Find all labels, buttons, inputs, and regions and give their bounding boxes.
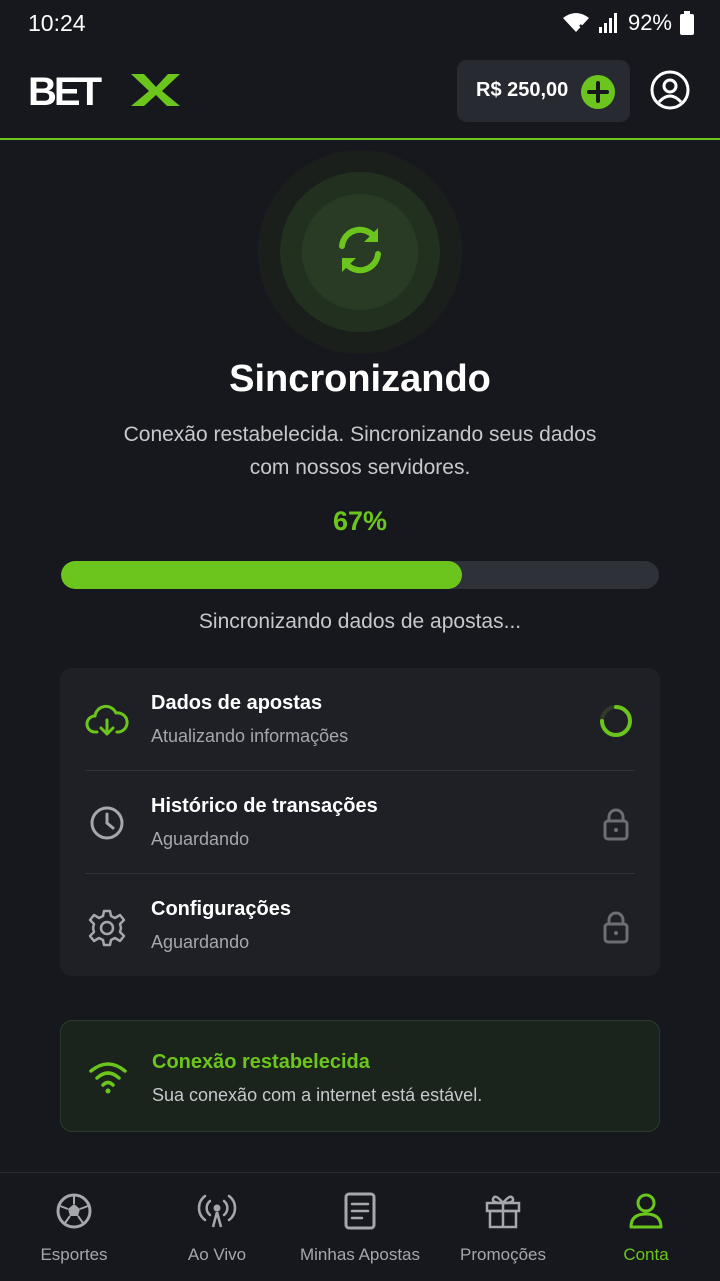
connection-status-card: Conexão restabelecida Sua conexão com a … (60, 1020, 660, 1132)
signal-icon (598, 13, 617, 33)
task-status-text: Atualizando informações (151, 726, 349, 746)
task-title: Dados de apostas (151, 692, 323, 714)
status-bar: 10:24 92% (0, 0, 720, 46)
nav-item-conta[interactable]: Conta (574, 1173, 718, 1281)
refresh-icon (332, 222, 388, 278)
balance-amount: R$ 250,00 (476, 79, 569, 101)
nav-item-minhas-apostas[interactable]: Minhas Apostas (288, 1173, 432, 1281)
status-time: 10:24 (28, 10, 86, 36)
soccer-ball-icon (54, 1191, 94, 1231)
broadcast-icon (197, 1191, 237, 1231)
nav-item-promocoes[interactable]: Promoções (431, 1173, 575, 1281)
battery-percent: 92% (627, 10, 672, 35)
lock-icon (599, 910, 633, 944)
user-circle-icon[interactable] (648, 68, 692, 112)
nav-label: Minhas Apostas (299, 1245, 420, 1264)
sync-subtitle: Conexão restabelecida. Sincronizando seu… (123, 423, 597, 479)
plus-icon[interactable] (581, 75, 615, 109)
task-status-text: Aguardando (151, 829, 250, 849)
sync-progress-bar (61, 561, 659, 589)
list-item: Dados de apostas Atualizando informações (85, 668, 635, 771)
battery-icon (680, 11, 694, 35)
nav-label: Promoções (460, 1245, 546, 1264)
logo-wordmark: BET (28, 72, 102, 108)
app-header: BET R$ 250,00 (0, 46, 720, 140)
task-status-text: Aguardando (151, 932, 250, 952)
user-icon (626, 1191, 666, 1231)
list-item: Histórico de transações Aguardando (85, 771, 635, 874)
sync-title: Sincronizando (229, 358, 491, 400)
nav-label: Esportes (40, 1245, 108, 1264)
betx-logo[interactable]: BET (28, 70, 180, 114)
loading-spinner-icon (599, 704, 633, 738)
document-icon (340, 1191, 380, 1231)
task-title: Histórico de transações (151, 795, 378, 817)
lock-icon (599, 807, 633, 841)
gift-icon (483, 1191, 523, 1231)
bottom-navigation: Esportes Ao Vivo Minhas Apostas Promoçõe… (0, 1172, 720, 1281)
nav-label: Conta (623, 1245, 669, 1264)
sync-percent: 67% (332, 506, 388, 536)
wifi-status-icon (562, 13, 589, 32)
status-icons: 92% (562, 10, 694, 36)
sync-status-text: Sincronizando dados de apostas... (198, 610, 522, 633)
connection-title: Conexão restabelecida (152, 1051, 370, 1073)
clock-icon (85, 803, 129, 847)
cloud-download-icon (85, 700, 129, 744)
sync-progress-fill (61, 561, 462, 589)
wifi-icon (87, 1055, 129, 1097)
nav-item-ao-vivo[interactable]: Ao Vivo (145, 1173, 289, 1281)
nav-item-esportes[interactable]: Esportes (2, 1173, 146, 1281)
sync-task-list: Dados de apostas Atualizando informações… (60, 668, 660, 976)
list-item: Configurações Aguardando (85, 874, 635, 976)
nav-label: Ao Vivo (187, 1245, 247, 1264)
gear-icon (85, 906, 129, 950)
balance-button[interactable]: R$ 250,00 (457, 60, 630, 122)
task-title: Configurações (151, 898, 292, 920)
connection-subtitle: Sua conexão com a internet está estável. (152, 1085, 483, 1105)
